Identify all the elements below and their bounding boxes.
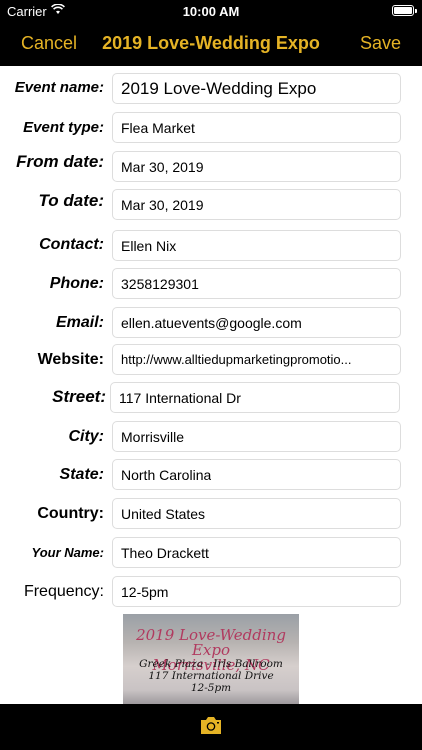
phone-field[interactable]: 3258129301 (112, 268, 401, 299)
email-label: Email: (55, 314, 104, 331)
from-date-field[interactable]: Mar 30, 2019 (112, 151, 401, 182)
event-type-label: Event type: (23, 119, 104, 136)
event-name-label: Event name: (14, 79, 104, 96)
frequency-field[interactable]: 12-5pm (112, 576, 401, 607)
event-type-field[interactable]: Flea Market (112, 112, 401, 143)
contact-field[interactable]: Ellen Nix (112, 230, 401, 261)
state-field[interactable]: North Carolina (112, 459, 401, 490)
page-title: 2019 Love-Wedding Expo (102, 33, 320, 53)
flyer-address: 117 International Drive (148, 670, 274, 682)
status-time: 10:00 AM (182, 4, 240, 19)
street-label: Street: (52, 387, 106, 406)
camera-icon[interactable] (198, 712, 224, 738)
battery-icon (392, 5, 417, 16)
top-bar: Carrier 10:00 AM Cancel 2019 Love-Weddin… (0, 0, 422, 66)
to-date-field[interactable]: Mar 30, 2019 (112, 189, 401, 220)
flyer-venue: Greek Plaza - Iris Ballroom (139, 658, 283, 670)
website-field[interactable]: http://www.alltiedupmarketingpromotio... (112, 344, 401, 375)
save-button[interactable]: Save (360, 33, 401, 54)
state-label: State: (59, 466, 104, 483)
phone-label: Phone: (49, 275, 104, 292)
flyer-time: 12-5pm (190, 682, 232, 694)
city-label: City: (68, 428, 104, 445)
website-label: Website: (37, 351, 104, 368)
navigation-bar: Cancel 2019 Love-Wedding Expo Save (0, 24, 422, 64)
city-field[interactable]: Morrisville (112, 421, 401, 452)
your-name-label: Your Name: (31, 545, 104, 560)
country-field[interactable]: United States (112, 498, 401, 529)
to-date-label: To date: (38, 191, 104, 210)
email-field[interactable]: ellen.atuevents@google.com (112, 307, 401, 338)
from-date-label: From date: (16, 152, 104, 171)
your-name-field[interactable]: Theo Drackett (112, 537, 401, 568)
street-field[interactable]: 117 International Dr (110, 382, 400, 413)
event-flyer-image[interactable]: 2019 Love-Wedding Expo Morrisville, NC Gr… (123, 614, 299, 709)
contact-label: Contact: (39, 236, 104, 253)
event-name-field[interactable]: 2019 Love-Wedding Expo (112, 73, 401, 104)
frequency-label: Frequency: (23, 583, 104, 600)
country-label: Country: (37, 505, 104, 522)
status-bar: Carrier 10:00 AM (0, 0, 422, 22)
flyer-details: Greek Plaza - Iris Ballroom 117 Internat… (123, 658, 299, 694)
